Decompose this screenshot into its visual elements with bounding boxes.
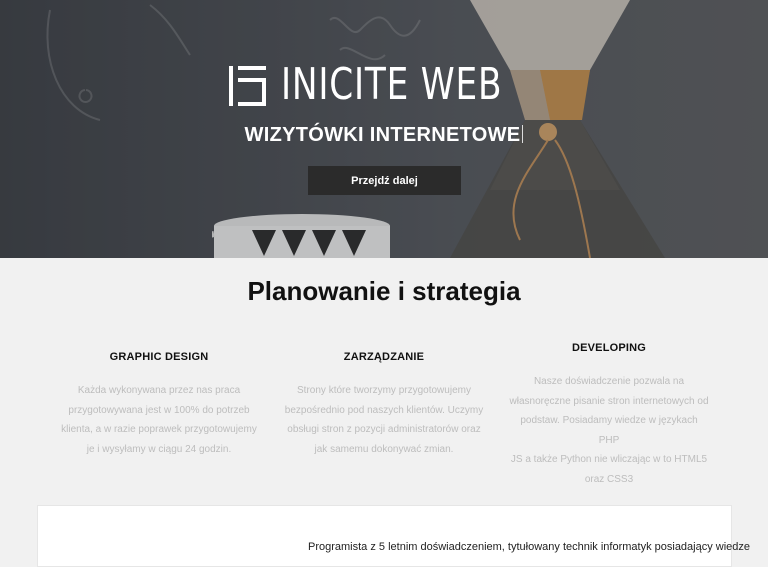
feature-graphic-design: GRAPHIC DESIGN Każda wykonywana przez na… bbox=[59, 351, 259, 459]
feature-management: ZARZĄDZANIE Strony które tworzymy przygo… bbox=[284, 351, 484, 459]
feature-line: oraz CSS3 bbox=[584, 473, 634, 485]
section-title: Planowanie i strategia bbox=[247, 276, 521, 306]
feature-line: podstaw. Posiadamy wiedze w językach PHP bbox=[520, 415, 698, 446]
about-text: Programista z 5 letnim doświadczeniem, t… bbox=[308, 541, 751, 553]
feature-description: Nasze doświadczenie pozwala na własnoręc… bbox=[509, 372, 709, 489]
feature-line: Strony które tworzymy przygotowujemy bbox=[297, 385, 471, 396]
logo-text: INICITE WEB bbox=[281, 59, 503, 110]
logo-mark-icon bbox=[229, 66, 266, 106]
about-card bbox=[37, 505, 732, 567]
feature-line: bezpośrednio pod naszych klientów. Uczym… bbox=[284, 404, 484, 416]
feature-title: ZARZĄDZANIE bbox=[343, 351, 425, 363]
feature-line: JS a także Python nie wliczając w to HTM… bbox=[510, 454, 708, 465]
feature-line: przygotowywana jest w 100% do potrzeb bbox=[68, 404, 250, 416]
typing-caret bbox=[522, 125, 524, 143]
hero-banner: INICITE WEB WIZYTÓWKI INTERNETOWE Przejd… bbox=[0, 0, 768, 258]
feature-description: Strony które tworzymy przygotowujemy bez… bbox=[284, 381, 484, 459]
feature-description: Każda wykonywana przez nas praca przygot… bbox=[59, 381, 259, 459]
hero-subtitle: WIZYTÓWKI INTERNETOWE bbox=[0, 124, 768, 147]
feature-title: DEVELOPING bbox=[571, 342, 647, 354]
continue-button[interactable]: Przejdź dalej bbox=[308, 166, 461, 195]
feature-line: własnoręczne pisanie stron internetowych… bbox=[509, 395, 709, 407]
feature-line: je i wysyłamy w ciągu 24 godzin. bbox=[86, 443, 232, 455]
feature-line: obsługi stron z pozycji administratorów … bbox=[287, 424, 481, 435]
feature-line: Nasze doświadczenie pozwala na bbox=[533, 376, 685, 387]
feature-line: Każda wykonywana przez nas praca bbox=[77, 385, 241, 396]
hero-subtitle-text: WIZYTÓWKI INTERNETOWE bbox=[244, 124, 521, 146]
feature-developing: DEVELOPING Nasze doświadczenie pozwala n… bbox=[509, 342, 709, 489]
feature-line: klienta, a w razie poprawek przygotowuje… bbox=[61, 424, 257, 435]
feature-line: jak samemu dokonywać zmian. bbox=[314, 443, 454, 455]
feature-title: GRAPHIC DESIGN bbox=[109, 351, 209, 363]
site-logo[interactable]: INICITE WEB bbox=[229, 60, 565, 110]
